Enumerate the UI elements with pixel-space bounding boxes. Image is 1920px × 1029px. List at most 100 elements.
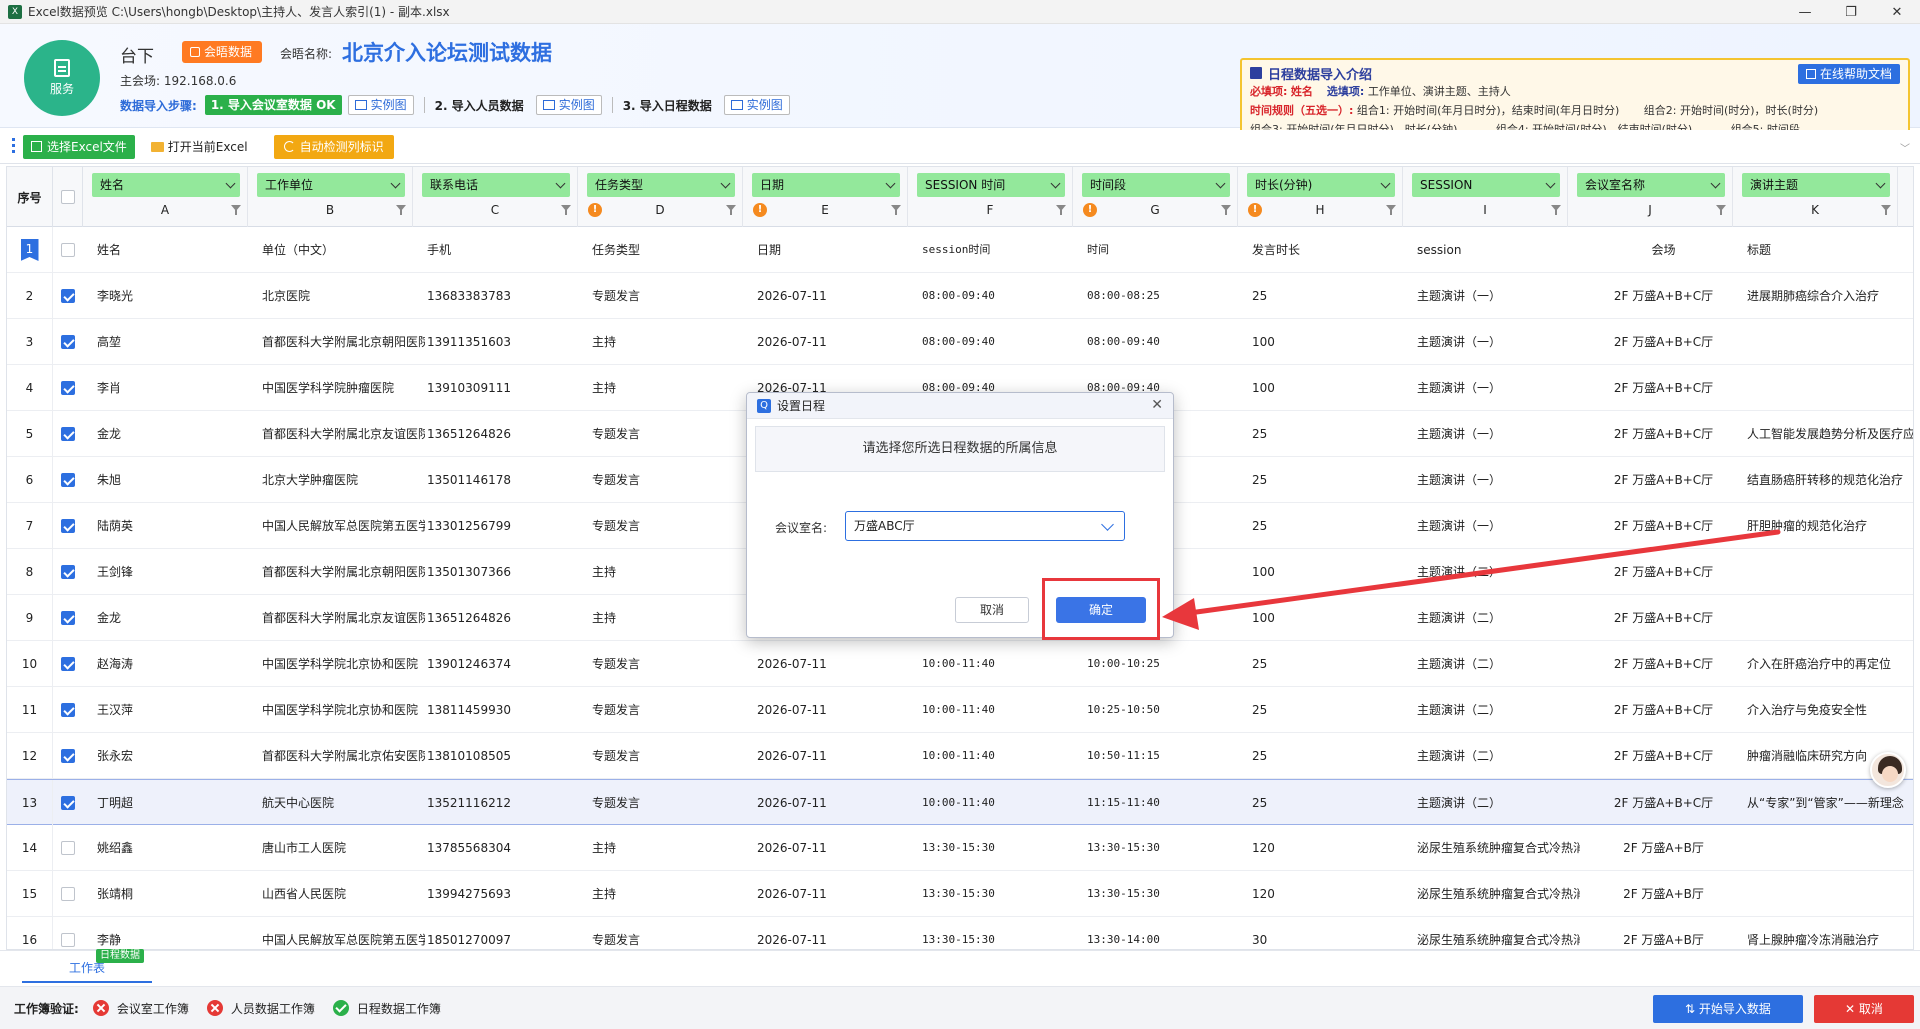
table-cell[interactable]: 13521116212 — [425, 780, 575, 826]
table-cell[interactable]: 08:00-09:40 — [920, 273, 1070, 319]
table-cell[interactable]: 10:00-11:40 — [920, 780, 1070, 826]
table-cell[interactable]: 2F 万盛A+B厅 — [1580, 917, 1745, 949]
row-checkbox[interactable] — [61, 887, 75, 901]
table-cell[interactable]: 2F 万盛A+B+C厅 — [1580, 365, 1745, 411]
table-cell[interactable]: 13810108505 — [425, 733, 575, 779]
select-all-checkbox[interactable] — [60, 190, 75, 204]
row-checkbox[interactable] — [61, 796, 75, 810]
filter-icon[interactable] — [1551, 205, 1561, 215]
table-cell[interactable]: 主持 — [590, 365, 740, 411]
table-cell[interactable] — [1745, 549, 1913, 595]
column-field-select[interactable]: 联系电话 — [422, 173, 570, 197]
column-field-select[interactable]: 时长(分钟) — [1247, 173, 1395, 197]
table-cell[interactable]: 25 — [1250, 733, 1400, 779]
table-row[interactable]: 1 姓名 单位（中文） 手机 任务类型 日期 session时间 时间 发言时长 session 会… — [7, 227, 1913, 273]
table-cell[interactable]: 专题发言 — [590, 411, 740, 457]
table-cell[interactable]: 10:25-10:50 — [1085, 687, 1235, 733]
table-row[interactable]: 16 李静中国人民解放军总医院第五医学中心18501270097 专题发言 2026-… — [7, 917, 1913, 949]
table-cell[interactable]: 13:30-15:30 — [920, 917, 1070, 949]
table-cell[interactable]: 手机 — [425, 227, 575, 273]
table-cell[interactable]: 丁明超 — [95, 780, 245, 826]
table-cell[interactable]: 王汉萍 — [95, 687, 245, 733]
table-cell[interactable]: 25 — [1250, 641, 1400, 687]
table-cell[interactable]: 2F 万盛A+B+C厅 — [1580, 733, 1745, 779]
table-cell[interactable]: 10:00-10:25 — [1085, 641, 1235, 687]
table-cell[interactable]: 主题演讲（二） — [1415, 687, 1580, 733]
table-cell[interactable]: 中国人民解放军总医院第五医学中心 — [260, 503, 425, 549]
table-cell[interactable]: 2F 万盛A+B+C厅 — [1580, 780, 1745, 826]
table-cell[interactable]: 13501146178 — [425, 457, 575, 503]
row-checkbox[interactable] — [61, 657, 75, 671]
row-checkbox[interactable] — [61, 703, 75, 717]
table-cell[interactable]: 介入在肝癌治疗中的再定位 — [1745, 641, 1913, 687]
filter-icon[interactable] — [891, 205, 901, 215]
table-cell[interactable]: 时间 — [1085, 227, 1235, 273]
filter-icon[interactable] — [231, 205, 241, 215]
table-cell[interactable]: 标题 — [1745, 227, 1913, 273]
table-cell[interactable]: 10:00-11:40 — [920, 641, 1070, 687]
table-cell[interactable]: 主持 — [590, 595, 740, 641]
table-cell[interactable]: 13683383783 — [425, 273, 575, 319]
table-cell[interactable]: 主题演讲（一） — [1415, 503, 1580, 549]
column-field-select[interactable]: 会议室名称 — [1577, 173, 1725, 197]
table-cell[interactable]: 13994275693 — [425, 871, 575, 917]
table-cell[interactable]: 人工智能发展趋势分析及医疗应用 — [1745, 411, 1913, 457]
table-cell[interactable]: 100 — [1250, 365, 1400, 411]
table-cell[interactable]: session时间 — [920, 227, 1070, 273]
start-import-button[interactable]: ⇅ 开始导入数据 — [1653, 995, 1803, 1023]
filter-icon[interactable] — [1386, 205, 1396, 215]
column-field-select[interactable]: 时间段 — [1082, 173, 1230, 197]
table-cell[interactable]: 13811459930 — [425, 687, 575, 733]
step-1-import-rooms[interactable]: 1. 导入会议室数据 OK — [204, 95, 342, 115]
table-cell[interactable]: 结直肠癌肝转移的规范化治疗 — [1745, 457, 1913, 503]
table-cell[interactable]: 2F 万盛A+B厅 — [1580, 825, 1745, 871]
service-logo[interactable]: 服务 — [24, 40, 100, 116]
table-row[interactable]: 12 张永宏 首都医科大学附属北京佑安医院 13810108505 专题发言 2026-0… — [7, 733, 1913, 779]
table-cell[interactable]: 25 — [1250, 411, 1400, 457]
table-cell[interactable]: 山西省人民医院 — [260, 871, 425, 917]
column-field-select[interactable]: 工作单位 — [257, 173, 405, 197]
step-3-import-schedule[interactable]: 3. 导入日程数据 — [617, 97, 718, 114]
table-cell[interactable]: 首都医科大学附属北京友谊医院 — [260, 411, 425, 457]
table-cell[interactable]: 100 — [1250, 549, 1400, 595]
table-cell[interactable]: 主题演讲（一） — [1415, 457, 1580, 503]
row-checkbox[interactable] — [61, 519, 75, 533]
table-cell[interactable]: 主持 — [590, 825, 740, 871]
table-row[interactable]: 15 张靖桐 山西省人民医院 13994275693 主持 2026-07-11 13:30… — [7, 871, 1913, 917]
table-cell[interactable]: 主持 — [590, 549, 740, 595]
table-cell[interactable]: 100 — [1250, 319, 1400, 365]
table-cell[interactable]: 30 — [1250, 917, 1400, 949]
table-cell[interactable]: 10:50-11:15 — [1085, 733, 1235, 779]
table-cell[interactable]: 2026-07-11 — [755, 871, 905, 917]
table-cell[interactable]: 李静 — [95, 917, 245, 949]
venue-data-badge[interactable]: 会晤数据 — [182, 41, 263, 63]
dialog-cancel-button[interactable]: 取消 — [955, 597, 1029, 623]
table-cell[interactable]: 陆荫英 — [95, 503, 245, 549]
row-checkbox[interactable] — [61, 841, 75, 855]
row-checkbox[interactable] — [61, 427, 75, 441]
chevron-down-icon[interactable]: ﹀ — [1900, 140, 1910, 155]
table-cell[interactable]: 2F 万盛A+B+C厅 — [1580, 687, 1745, 733]
table-cell[interactable]: 13:30-15:30 — [1085, 825, 1235, 871]
table-cell[interactable]: 李晓光 — [95, 273, 245, 319]
table-cell[interactable]: 11:15-11:40 — [1085, 780, 1235, 826]
table-cell[interactable]: 2026-07-11 — [755, 273, 905, 319]
table-cell[interactable]: 肝胆肿瘤的规范化治疗 — [1745, 503, 1913, 549]
close-icon[interactable]: ✕ — [1874, 0, 1920, 24]
table-cell[interactable]: 主题演讲（二） — [1415, 780, 1580, 826]
table-cell[interactable]: 2F 万盛A+B+C厅 — [1580, 595, 1745, 641]
table-cell[interactable]: 2026-07-11 — [755, 780, 905, 826]
table-cell[interactable]: 08:00-09:40 — [920, 319, 1070, 365]
table-cell[interactable]: 2F 万盛A+B+C厅 — [1580, 503, 1745, 549]
table-cell[interactable]: 进展期肺癌综合介入治疗 — [1745, 273, 1913, 319]
restore-icon[interactable]: ❐ — [1828, 0, 1874, 24]
table-cell[interactable] — [1745, 365, 1913, 411]
table-cell[interactable]: 主题演讲（二） — [1415, 549, 1580, 595]
table-cell[interactable]: 王剑锋 — [95, 549, 245, 595]
table-cell[interactable]: 主题演讲（二） — [1415, 733, 1580, 779]
table-cell[interactable]: 2026-07-11 — [755, 825, 905, 871]
table-cell[interactable]: 13911351603 — [425, 319, 575, 365]
table-cell[interactable]: 2F 万盛A+B+C厅 — [1580, 457, 1745, 503]
table-cell[interactable]: 主持 — [590, 871, 740, 917]
table-cell[interactable]: 金龙 — [95, 411, 245, 457]
